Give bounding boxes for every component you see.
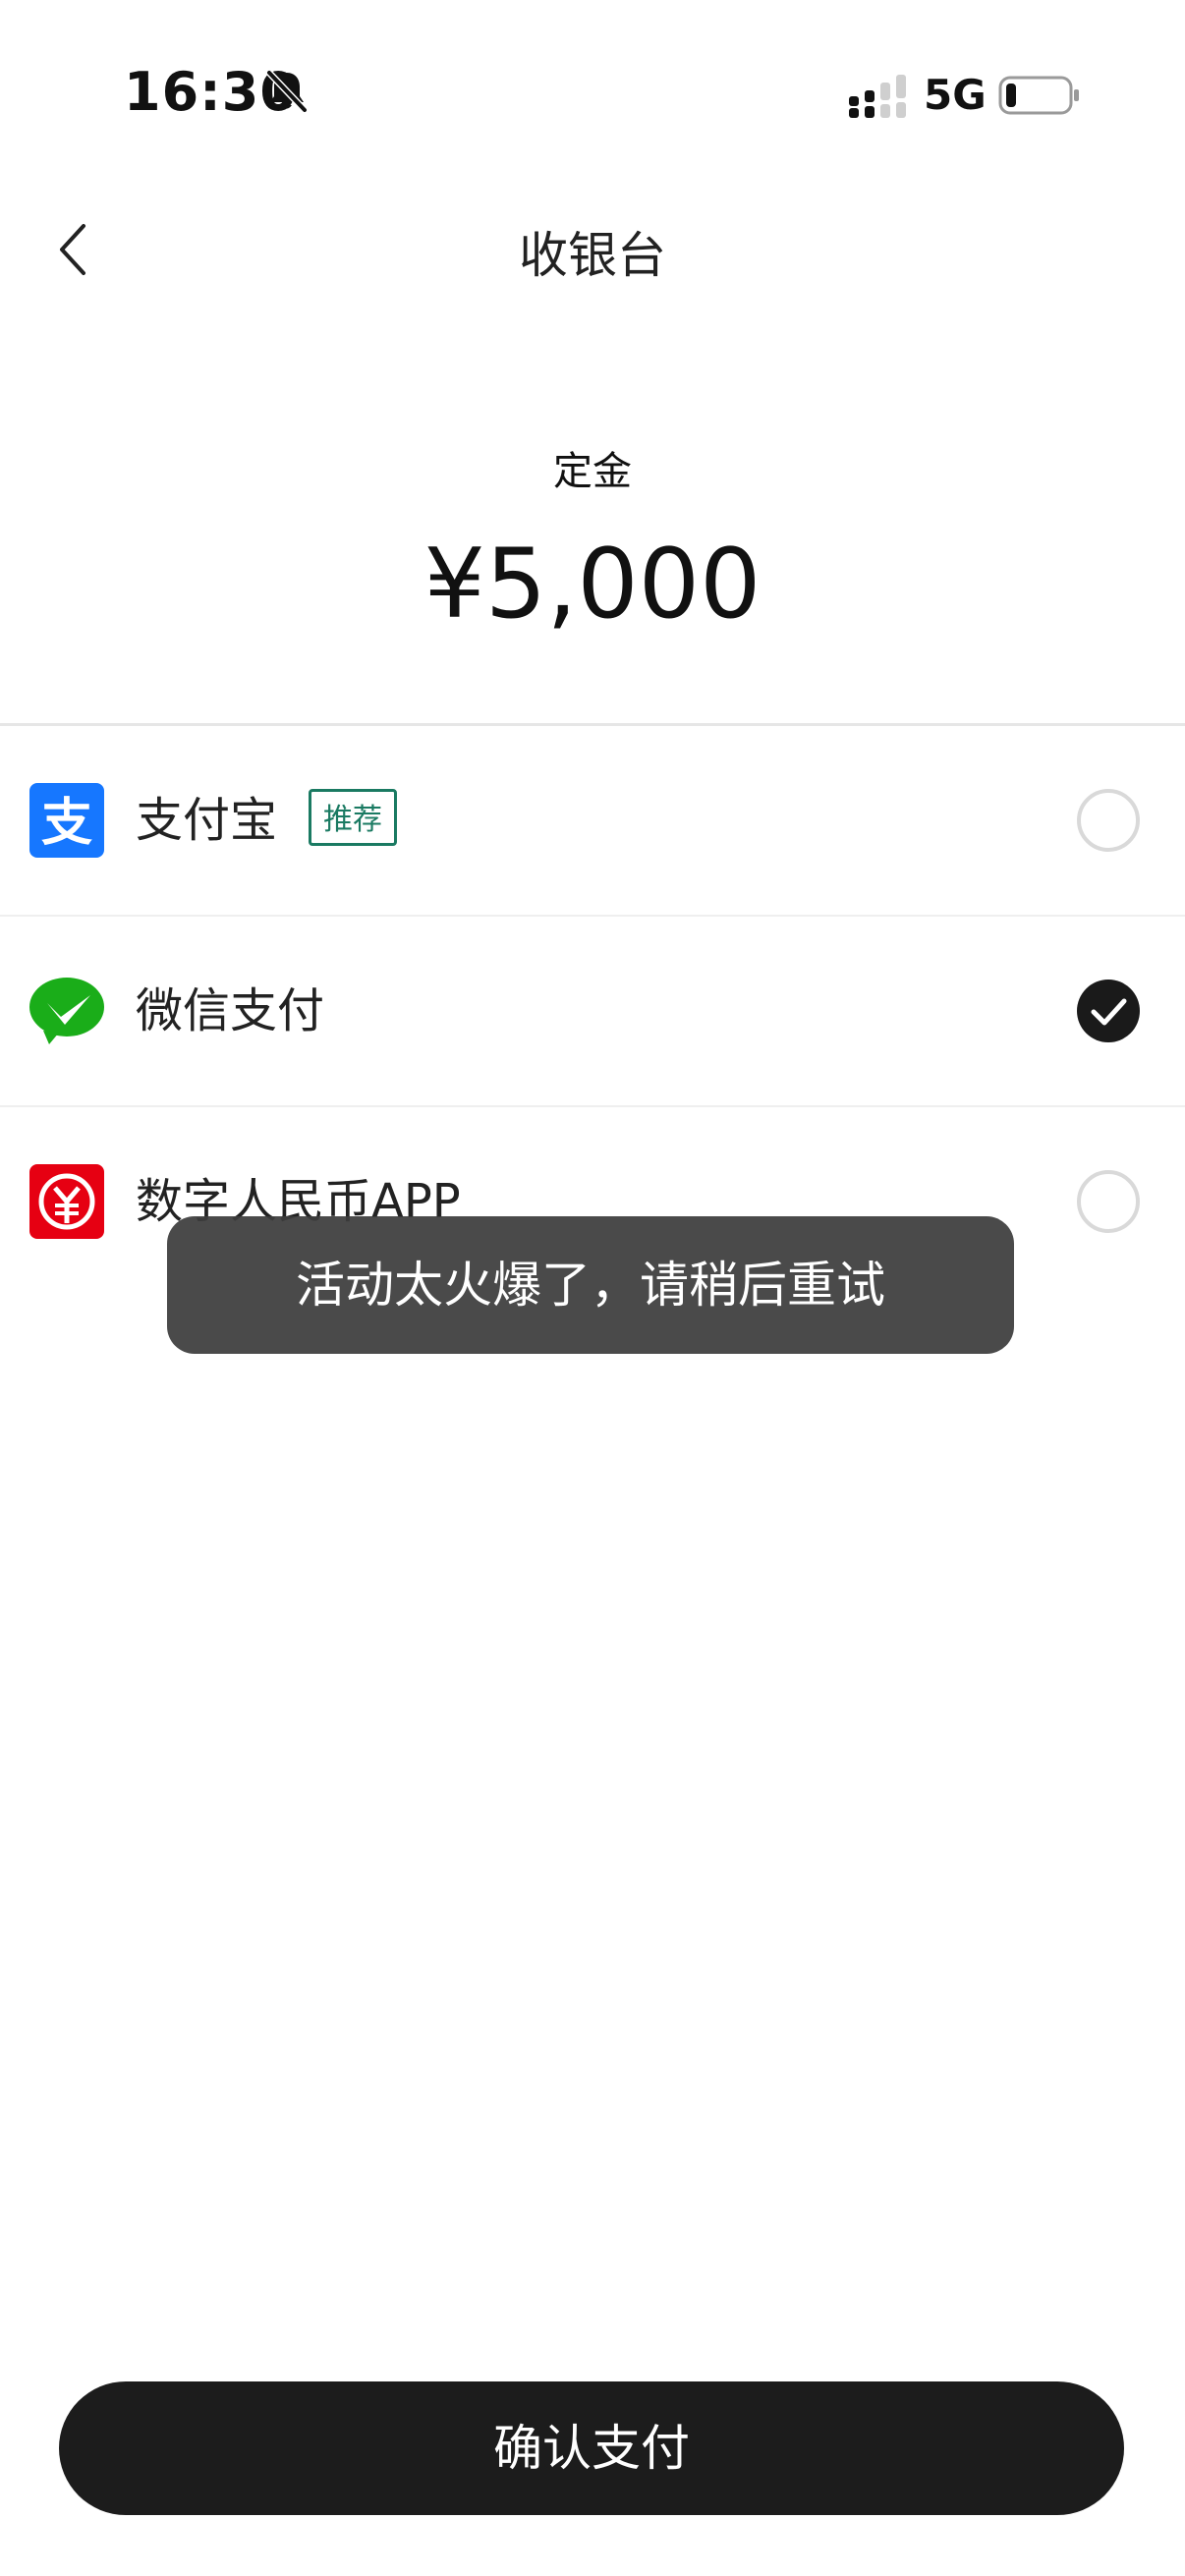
amount-label: 定金 <box>553 449 632 494</box>
page-title: 收银台 <box>519 227 666 284</box>
battery-icon <box>998 76 1079 115</box>
recommend-badge: 推荐 <box>309 789 397 846</box>
payment-method-list: 支 支付宝 推荐 微信支付 数字人民币APP <box>0 726 1185 1296</box>
bell-muted-icon <box>265 69 309 114</box>
radio-digital-rmb[interactable] <box>1077 1170 1140 1233</box>
wechat-pay-icon <box>29 978 104 1044</box>
digital-rmb-icon <box>29 1164 104 1239</box>
confirm-payment-button[interactable]: 确认支付 <box>59 2381 1124 2515</box>
network-type: 5G <box>924 71 987 119</box>
radio-wechat-selected[interactable] <box>1077 980 1140 1042</box>
checkmark-icon <box>1091 998 1127 1026</box>
cellular-signal-icon <box>849 75 906 118</box>
svg-text:支: 支 <box>41 794 92 853</box>
amount-value: ¥5,000 <box>423 529 762 641</box>
payment-option-label: 支付宝 <box>136 793 278 848</box>
toast-message: 活动太火爆了，请稍后重试 <box>167 1216 1014 1354</box>
nav-bar: 收银台 <box>0 187 1185 314</box>
alipay-icon: 支 <box>29 783 104 858</box>
amount-summary: 定金 ¥5,000 <box>0 442 1185 639</box>
payment-option-label: 微信支付 <box>136 983 325 1038</box>
payment-option-wechat[interactable]: 微信支付 <box>0 917 1185 1107</box>
radio-alipay[interactable] <box>1077 789 1140 852</box>
status-bar: 16:30 5G <box>0 0 1185 187</box>
payment-option-alipay[interactable]: 支 支付宝 推荐 <box>0 726 1185 917</box>
